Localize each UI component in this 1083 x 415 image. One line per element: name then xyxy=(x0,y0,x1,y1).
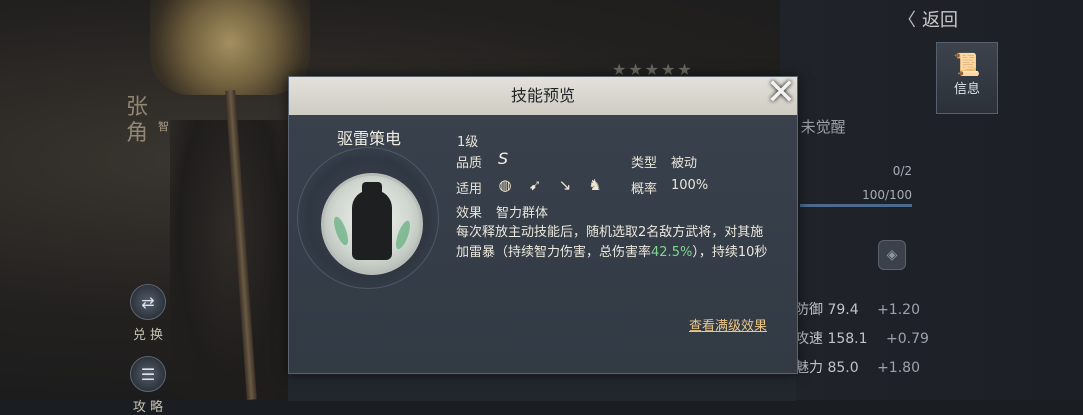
stat-row: 魅力 85.0 +1.80 xyxy=(795,357,920,377)
effect-label: 效果 xyxy=(456,206,483,221)
damage-rate-highlight: 42.5% xyxy=(651,245,693,260)
rate-label: 概率 xyxy=(631,182,658,197)
cavalry-unit-icon: ♞ xyxy=(588,176,602,194)
awakening-status: ) 未觉醒 xyxy=(790,118,846,136)
stat-value: 158.1 xyxy=(827,331,868,347)
exchange-label: 兑 换 xyxy=(132,328,164,343)
progress-bar xyxy=(800,204,912,207)
skill-level: 1级 xyxy=(457,135,479,150)
stat-row: 攻速 158.1 +0.79 xyxy=(795,328,929,348)
exchange-icon: ⇄ xyxy=(130,284,166,320)
back-label: 返回 xyxy=(922,10,958,31)
type-label: 类型 xyxy=(631,156,658,171)
view-max-level-effect-link[interactable]: 查看满级效果 xyxy=(689,315,767,334)
tab-info[interactable]: 📜 信息 xyxy=(936,42,998,114)
effect-value: 智力群体 xyxy=(496,206,549,221)
back-button[interactable]: 〈返回 xyxy=(898,6,958,32)
dialog-header: 技能预览 xyxy=(289,77,797,115)
guide-label: 攻 略 xyxy=(132,400,164,415)
skill-preview-dialog: 技能预览 ✕ 驱雷策电 1级 品质 S 类型 被动 适用 ◍ ➹ ↘ ♞ 概率 … xyxy=(288,73,801,374)
quality-label: 品质 xyxy=(456,156,483,171)
description-text-end: ），持续10秒 xyxy=(692,245,768,260)
progress-text-1: 0/2 xyxy=(892,164,912,178)
bow-unit-icon: ➹ xyxy=(528,176,542,194)
applicable-label: 适用 xyxy=(456,182,483,197)
stat-bonus: +1.80 xyxy=(877,360,920,376)
stat-value: 85.0 xyxy=(827,360,859,376)
dialog-title: 技能预览 xyxy=(510,86,575,105)
hero-attribute-tag: 智 xyxy=(158,120,169,133)
rate-value: 100% xyxy=(671,178,709,193)
stat-label: 攻速 xyxy=(795,331,823,347)
progress-text-2: 100/100 xyxy=(862,188,912,202)
stat-label: 防御 xyxy=(795,302,823,318)
close-button[interactable]: ✕ xyxy=(761,73,801,113)
stat-value: 79.4 xyxy=(827,302,859,318)
tab-info-label: 信息 xyxy=(953,82,980,97)
chevron-left-icon: 〈 xyxy=(898,10,916,31)
skill-description: 每次释放主动技能后，随机选取2名敌方武将，对其施加雷暴（持续智力伤害，总伤害率4… xyxy=(456,223,776,263)
skill-icon xyxy=(321,173,423,275)
stat-bonus: +1.20 xyxy=(877,302,920,318)
shield-unit-icon: ◍ xyxy=(498,176,512,194)
scroll-icon: ☰ xyxy=(130,356,166,392)
skill-name: 驱雷策电 xyxy=(337,129,402,148)
applicable-unit-icons: ◍ ➹ ↘ ♞ xyxy=(495,175,605,195)
hero-banner-art xyxy=(150,0,310,95)
hero-name: 张角 xyxy=(126,95,149,146)
quality-value: S xyxy=(498,149,509,168)
scroll-icon: 📜 xyxy=(953,53,981,78)
stat-row: 防御 79.4 +1.20 xyxy=(795,299,920,319)
guide-button[interactable]: ☰ 攻 略 xyxy=(128,356,168,415)
type-value: 被动 xyxy=(671,156,698,171)
close-icon: ✕ xyxy=(765,72,797,113)
spear-unit-icon: ↘ xyxy=(558,176,572,194)
shield-icon[interactable]: ◈ xyxy=(878,240,906,270)
stat-label: 魅力 xyxy=(795,360,823,376)
stat-bonus: +0.79 xyxy=(886,331,929,347)
exchange-button[interactable]: ⇄ 兑 换 xyxy=(128,284,168,343)
bottom-panel xyxy=(288,372,796,401)
